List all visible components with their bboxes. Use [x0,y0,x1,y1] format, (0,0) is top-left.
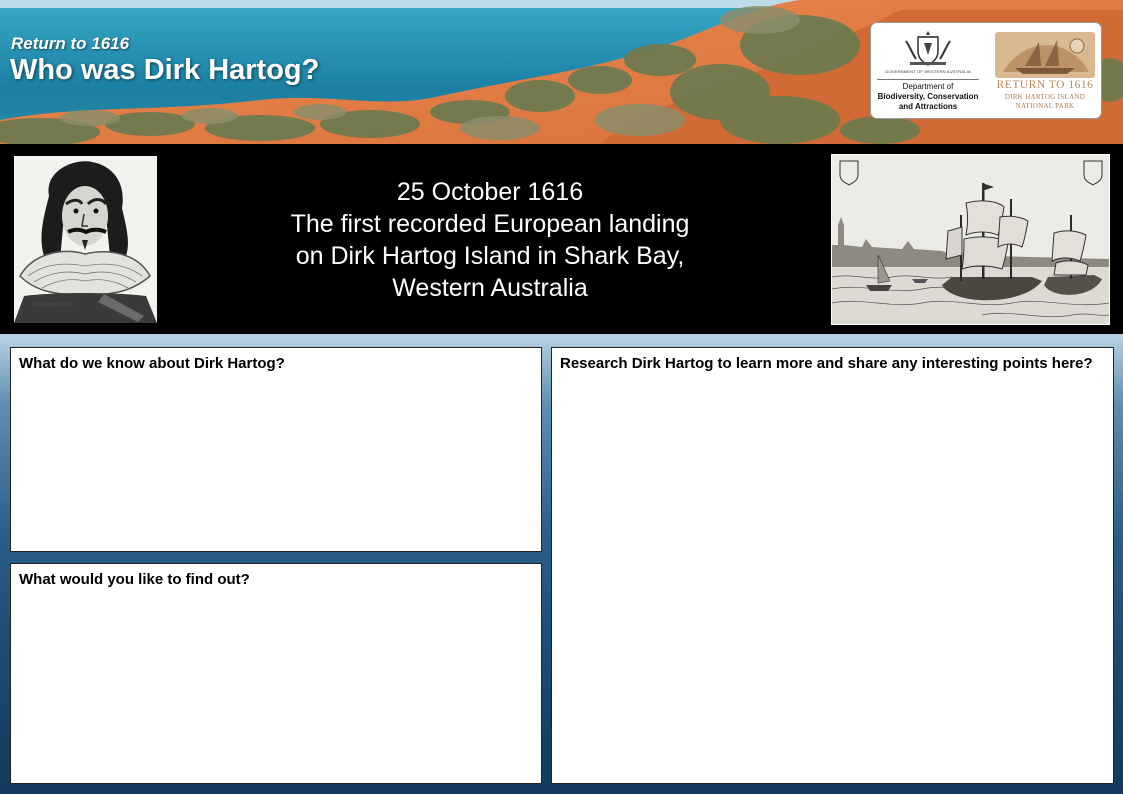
department-line-2: Biodiversity, Conservation [877,92,979,101]
return-1616-title: RETURN TO 1616 [996,79,1094,91]
return-1616-sub-line-1: DIRK HARTOG ISLAND [1004,93,1086,101]
panel-research[interactable]: Research Dirk Hartog to learn more and s… [551,347,1114,784]
department-line-1: Department of [902,82,954,91]
event-description: 25 October 1616 The first recorded Europ… [210,176,770,304]
dirk-hartog-portrait: J.M.Donald 1905 [14,156,157,323]
government-crest-icon [905,31,951,66]
page-subtitle: Return to 1616 [11,34,130,53]
department-name: Department of Biodiversity, Conservation… [873,82,983,112]
panel-research-prompt: Research Dirk Hartog to learn more and s… [560,355,1093,372]
partner-logos: GOVERNMENT OF WESTERN AUSTRALIA Departme… [870,22,1102,119]
sailing-ship-illustration [832,155,1109,324]
department-line-3: and Attractions [898,102,958,111]
event-line-4: Western Australia [392,274,588,302]
portrait-engraving: J.M.Donald 1905 [14,156,157,323]
event-line-2: The first recorded European landing [290,210,690,238]
event-band: J.M.Donald 1905 25 October 1616 The firs… [0,144,1123,334]
ship-engraving [831,154,1110,325]
panel-find-out[interactable]: What would you like to find out? [10,563,542,784]
logo-divider [877,79,979,80]
return-1616-subtitle: DIRK HARTOG ISLAND NATIONAL PARK [989,93,1101,111]
panel-find-out-prompt: What would you like to find out? [19,571,250,588]
event-line-3: on Dirk Hartog Island in Shark Bay, [295,242,685,270]
panel-what-we-know-prompt: What do we know about Dirk Hartog? [19,355,285,372]
return-1616-sub-line-2: NATIONAL PARK [1015,102,1075,110]
event-date: 25 October 1616 [396,178,584,206]
return-1616-emblem-icon [995,32,1095,78]
header-banner: Return to 1616 Who was Dirk Hartog? GOVE… [0,0,1123,144]
portrait-signature: J.M.Donald 1905 [32,302,74,308]
government-label: GOVERNMENT OF WESTERN AUSTRALIA [885,69,971,74]
page-title: Who was Dirk Hartog? [10,54,320,86]
panel-what-we-know[interactable]: What do we know about Dirk Hartog? [10,347,542,552]
